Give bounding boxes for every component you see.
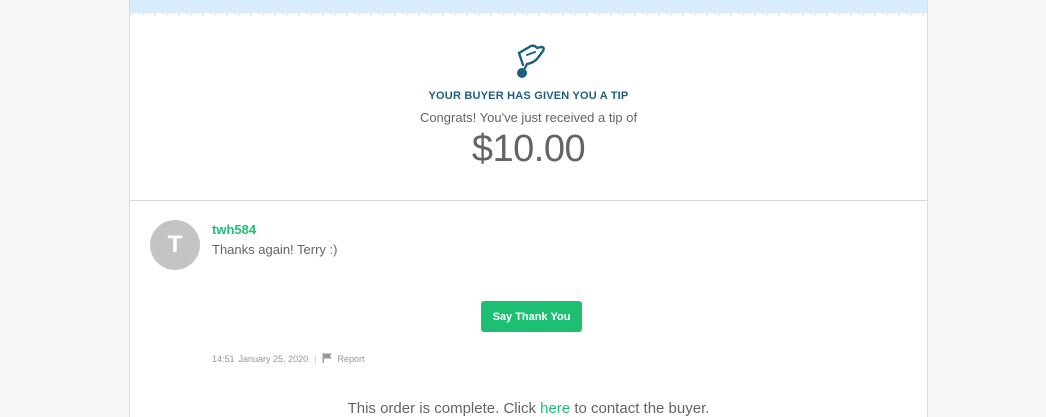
order-complete-notice: This order is complete. Click here to co… — [130, 400, 927, 417]
tip-heading: YOUR BUYER HAS GIVEN YOU A TIP — [428, 90, 629, 102]
say-thank-you-button[interactable]: Say Thank You — [481, 301, 582, 332]
buyer-username[interactable]: twh584 — [212, 222, 256, 237]
contact-buyer-link[interactable]: here — [540, 400, 570, 417]
tip-amount: $10.00 — [471, 128, 586, 170]
avatar[interactable]: T — [150, 220, 200, 270]
meta-divider: | — [314, 354, 317, 364]
report-link[interactable]: Report — [337, 354, 364, 364]
message-meta: 14:51 January 25, 2020 | Report — [212, 353, 364, 365]
buyer-message: T twh584 Thanks again! Terry :) — [150, 220, 910, 280]
flag-icon[interactable] — [322, 353, 333, 365]
footer-text-after: to contact the buyer. — [570, 400, 710, 417]
message-text: Thanks again! Terry :) — [212, 242, 338, 257]
tip-subtext: Congrats! You've just received a tip of — [419, 110, 638, 125]
message-date: January 25, 2020 — [238, 354, 309, 364]
footer-text-before: This order is complete. Click — [347, 400, 541, 417]
hand-coin-icon — [511, 41, 551, 81]
scallop-banner — [130, 0, 927, 17]
order-card: YOUR BUYER HAS GIVEN YOU A TIP Congrats!… — [129, 0, 928, 417]
message-time: 14:51 — [212, 354, 235, 364]
tip-section: YOUR BUYER HAS GIVEN YOU A TIP Congrats!… — [130, 17, 927, 201]
